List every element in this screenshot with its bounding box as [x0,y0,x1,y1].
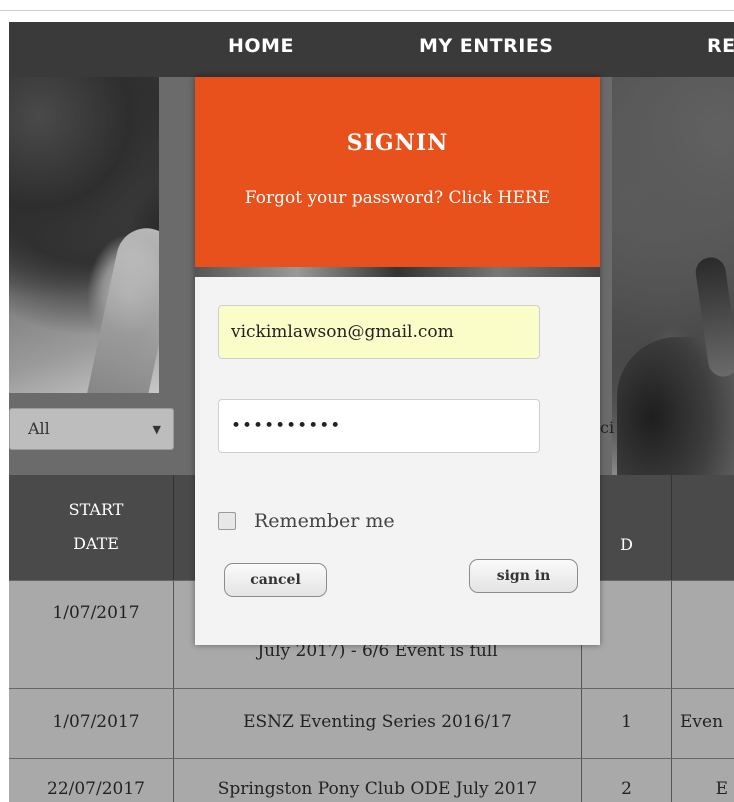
obscured-label: ci [600,418,615,437]
cell-num: 2 [582,759,672,802]
cell-type: Even [680,712,724,732]
remember-me-checkbox[interactable] [218,512,236,530]
password-field[interactable] [218,399,540,453]
chevron-down-icon: ▼ [152,423,161,436]
signin-modal: SIGNIN Forgot your password? Click HERE … [195,77,600,645]
sign-in-button[interactable]: sign in [469,559,578,593]
header-start-date-line1: START [68,500,124,519]
table-row[interactable]: 1/07/2017 ESNZ Eventing Series 2016/17 1… [9,688,734,758]
nav-third-item[interactable]: RE [707,35,734,57]
cell-event-name: Springston Pony Club ODE July 2017 [174,759,582,802]
nav-home[interactable]: HOME [228,35,294,57]
cell-date: 22/07/2017 [19,759,174,802]
main-nav: HOME MY ENTRIES RE [9,22,734,77]
remember-me[interactable]: Remember me [218,509,395,533]
cell-num: 1 [582,689,672,758]
cancel-button[interactable]: cancel [224,563,327,597]
top-border [0,0,734,11]
header-start-date-line2: DATE [73,534,119,553]
table-row[interactable]: 22/07/2017 Springston Pony Club ODE July… [9,758,734,802]
filter-select-value: All [28,419,50,438]
remember-me-label: Remember me [254,510,395,532]
cell-type: E [715,779,728,799]
header-type [672,475,734,580]
modal-header-image [195,267,600,277]
header-day-label: D [620,535,633,554]
cell-date: 1/07/2017 [19,689,174,758]
hero-image-left [9,77,159,393]
filter-select[interactable]: All ▼ [9,408,174,450]
header-start-date: START DATE [19,475,174,580]
cell-type [672,581,734,688]
modal-title: SIGNIN [346,130,449,156]
email-field[interactable] [218,305,540,359]
modal-header: SIGNIN Forgot your password? Click HERE [195,77,600,267]
forgot-password-link[interactable]: Forgot your password? Click HERE [195,188,600,208]
cell-date: 1/07/2017 [19,581,174,688]
nav-my-entries[interactable]: MY ENTRIES [419,35,553,57]
cell-event-name: ESNZ Eventing Series 2016/17 [174,689,582,758]
